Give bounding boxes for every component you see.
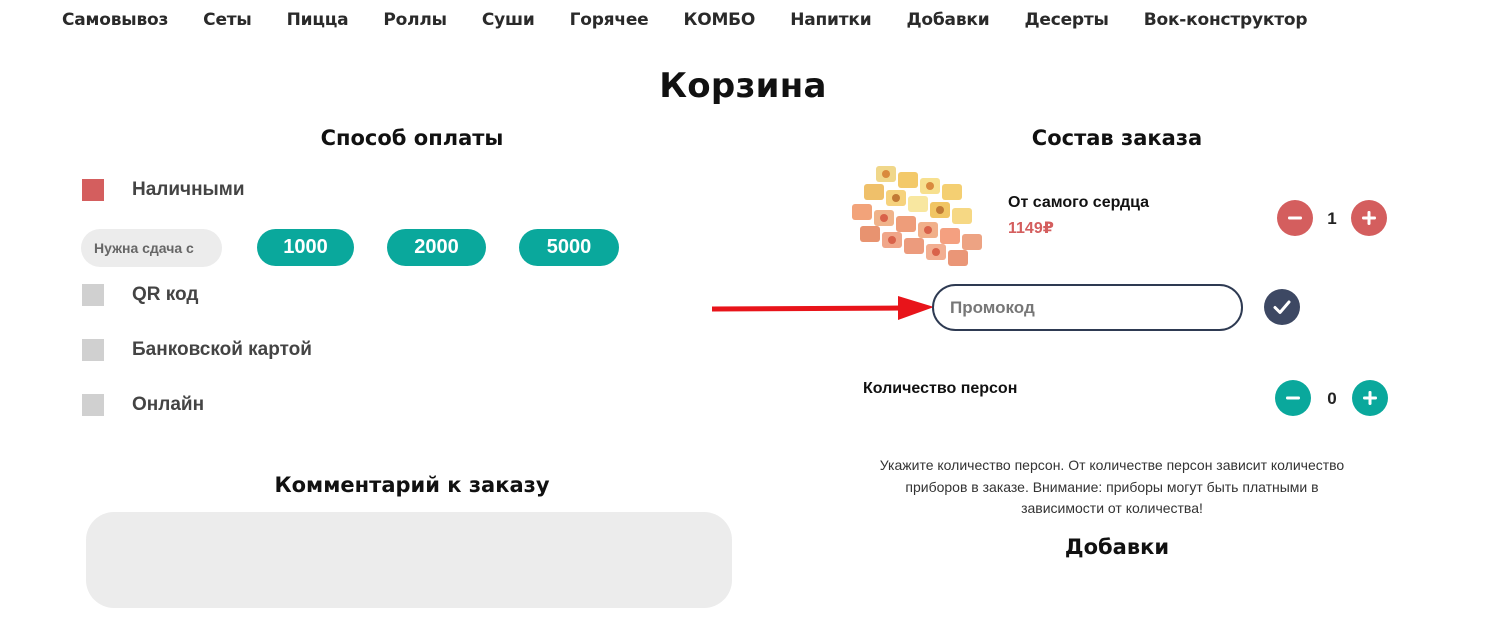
- checkmark-icon: [1273, 300, 1291, 314]
- order-title: Состав заказа: [1031, 126, 1203, 150]
- nav-item-hot[interactable]: Горячее: [570, 10, 649, 30]
- payment-option-online[interactable]: Онлайн: [82, 394, 204, 416]
- checkbox-checked[interactable]: [82, 179, 104, 201]
- payment-option-label: Наличными: [132, 179, 245, 200]
- comment-title: Комментарий к заказу: [274, 473, 550, 497]
- nav-item-sets[interactable]: Сеты: [203, 10, 252, 30]
- page-title: Корзина: [659, 66, 827, 106]
- nav-item-sushi[interactable]: Суши: [482, 10, 535, 30]
- product-price: 1149₽: [1008, 220, 1054, 237]
- change-input[interactable]: [81, 229, 222, 267]
- increase-quantity-button[interactable]: [1351, 200, 1387, 236]
- change-button-5000[interactable]: 5000: [519, 229, 619, 266]
- checkbox[interactable]: [82, 339, 104, 361]
- annotation-arrow-icon: [712, 296, 934, 320]
- apply-promo-button[interactable]: [1264, 289, 1300, 325]
- payment-option-label: QR код: [132, 284, 199, 305]
- payment-option-qr[interactable]: QR код: [82, 284, 198, 306]
- minus-icon: [1288, 216, 1302, 220]
- nav-item-drinks[interactable]: Напитки: [790, 10, 871, 30]
- nav-item-rolls[interactable]: Роллы: [383, 10, 447, 30]
- product-quantity: 1: [1327, 209, 1337, 228]
- payment-option-cash[interactable]: Наличными: [82, 179, 245, 201]
- product-image: [852, 166, 982, 266]
- top-nav: Самовывоз Сеты Пицца Роллы Суши Горячее …: [62, 10, 1342, 30]
- nav-item-wok[interactable]: Вок-конструктор: [1144, 10, 1308, 30]
- change-button-2000[interactable]: 2000: [387, 229, 486, 266]
- payment-title: Способ оплаты: [320, 126, 504, 150]
- payment-option-label: Банковской картой: [132, 339, 312, 360]
- plus-icon: [1363, 391, 1377, 405]
- nav-item-pizza[interactable]: Пицца: [287, 10, 349, 30]
- persons-note: Укажите количество персон. От количестве…: [879, 457, 1345, 516]
- minus-icon: [1286, 396, 1300, 400]
- product-name: От самого сердца: [1008, 194, 1150, 211]
- decrease-quantity-button[interactable]: [1277, 200, 1313, 236]
- nav-item-desserts[interactable]: Десерты: [1024, 10, 1108, 30]
- increase-persons-button[interactable]: [1352, 380, 1388, 416]
- plus-icon: [1362, 211, 1376, 225]
- addons-title: Добавки: [1064, 535, 1170, 559]
- persons-quantity: 0: [1327, 389, 1337, 408]
- nav-item-pickup[interactable]: Самовывоз: [62, 10, 168, 30]
- change-button-1000[interactable]: 1000: [257, 229, 354, 266]
- checkbox[interactable]: [82, 284, 104, 306]
- persons-label: Количество персон: [863, 380, 1018, 397]
- payment-option-card[interactable]: Банковской картой: [82, 339, 312, 361]
- decrease-persons-button[interactable]: [1275, 380, 1311, 416]
- checkbox[interactable]: [82, 394, 104, 416]
- comment-textarea[interactable]: [86, 512, 732, 608]
- nav-item-combo[interactable]: КОМБО: [684, 10, 756, 30]
- promo-code-input[interactable]: [932, 284, 1243, 331]
- payment-option-label: Онлайн: [132, 394, 205, 415]
- nav-item-addons[interactable]: Добавки: [906, 10, 989, 30]
